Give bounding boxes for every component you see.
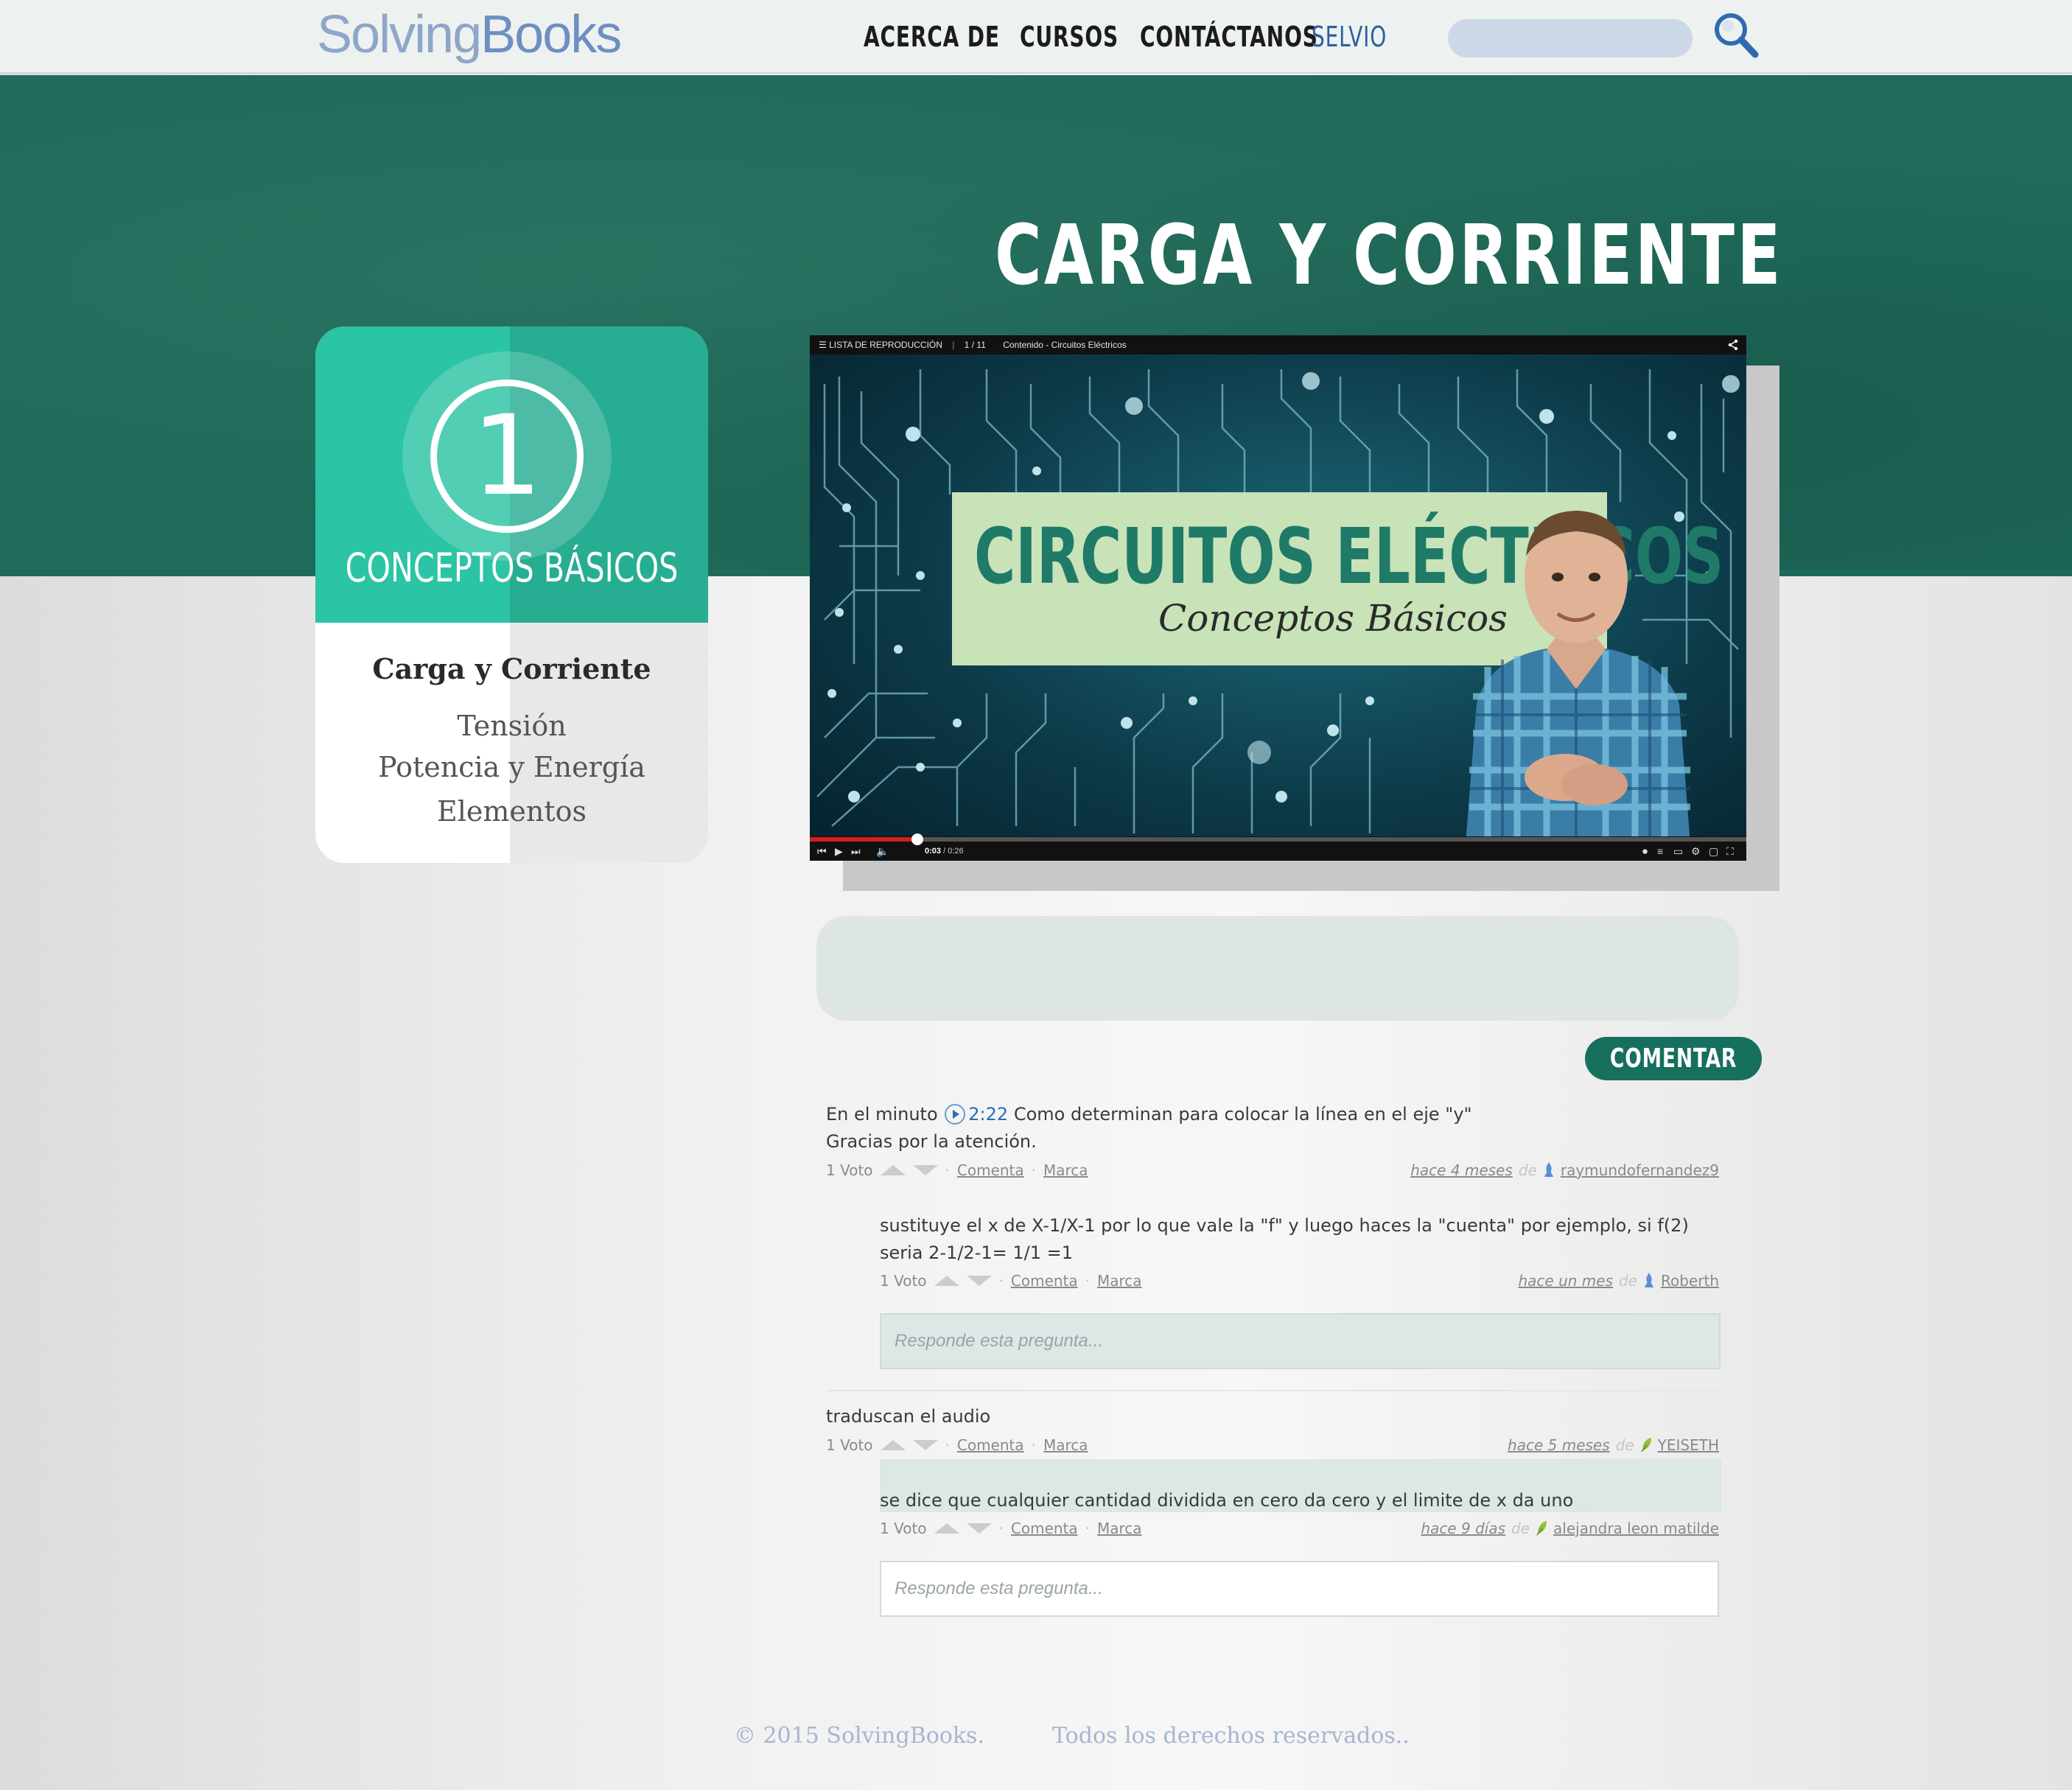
- user-badge-icon: [1645, 1273, 1654, 1287]
- lesson-item-tension[interactable]: Tensión: [315, 710, 708, 742]
- question-meta: 1 Voto · Comenta · Marca hace 4 meses de…: [826, 1161, 1719, 1179]
- user-link[interactable]: YEISETH: [1658, 1436, 1719, 1454]
- reply-input[interactable]: [880, 1561, 1719, 1617]
- video-progress-bar[interactable]: [810, 833, 1746, 845]
- video-progress-fill: [810, 837, 918, 842]
- logo[interactable]: SolvingBooks: [317, 4, 622, 65]
- vote-down-icon[interactable]: [966, 1523, 992, 1534]
- by-label: de: [1615, 1436, 1634, 1454]
- playlist-label: LISTA DE REPRODUCCIÓN: [829, 340, 942, 350]
- by-label: de: [1511, 1520, 1530, 1537]
- answer-text: sustituye el x de X-1/X-1 por lo que val…: [880, 1215, 1689, 1263]
- share-icon[interactable]: [1727, 339, 1739, 351]
- plate-title: CIRCUITOS ELÉCTRICOS: [974, 511, 1724, 601]
- answer-text: se dice que cualquier cantidad dividida …: [880, 1490, 1574, 1511]
- playlist-position: 1 / 11: [964, 340, 986, 350]
- by-label: de: [1619, 1272, 1638, 1290]
- top-navbar: SolvingBooks ACERCA DE CURSOS CONTÁCTANO…: [0, 0, 2072, 74]
- vote-down-icon[interactable]: [966, 1276, 992, 1286]
- vote-up-icon[interactable]: [880, 1440, 906, 1450]
- answer-meta: 1 Voto · Comenta · Marca hace un mes de …: [880, 1272, 1719, 1290]
- nav-user-name[interactable]: SELVIO: [1312, 21, 1387, 53]
- nav-item-contactanos[interactable]: CONTÁCTANOS: [1140, 21, 1318, 53]
- question-body-line2: Gracias por la atención.: [826, 1131, 1037, 1152]
- user-link[interactable]: Roberth: [1661, 1272, 1719, 1290]
- lesson-list: Carga y Corriente Tensión Potencia y Ene…: [315, 623, 708, 863]
- flag-link[interactable]: Marca: [1043, 1436, 1088, 1454]
- search-input[interactable]: [1448, 19, 1693, 57]
- vote-up-icon[interactable]: [934, 1523, 959, 1534]
- search-icon[interactable]: [1711, 10, 1761, 60]
- chapter-card: 1 CONCEPTOS BÁSICOS Carga y Corriente Te…: [315, 326, 708, 863]
- video-player[interactable]: ☰ LISTA DE REPRODUCCIÓN | 1 / 11 Conteni…: [810, 335, 1746, 861]
- comment-link[interactable]: Comenta: [957, 1436, 1024, 1454]
- vote-count: 1 Voto: [880, 1520, 927, 1537]
- watch-later-icon[interactable]: ▭: [1673, 844, 1683, 859]
- user-link[interactable]: alejandra leon matilde: [1553, 1520, 1719, 1537]
- thread-divider: [826, 1390, 1719, 1391]
- video-playlist-bar[interactable]: ☰ LISTA DE REPRODUCCIÓN | 1 / 11 Conteni…: [810, 335, 1746, 354]
- lesson-item-elementos[interactable]: Elementos: [315, 795, 708, 828]
- volume-icon[interactable]: 🔈: [876, 844, 889, 859]
- footer-rights: Todos los derechos reservados..: [1052, 1723, 1410, 1749]
- next-icon[interactable]: ⏭: [851, 844, 861, 859]
- chapter-title: CONCEPTOS BÁSICOS: [345, 545, 679, 591]
- nav-item-acerca[interactable]: ACERCA DE: [864, 21, 1000, 53]
- vote-up-icon[interactable]: [934, 1276, 959, 1286]
- comment-input[interactable]: [816, 916, 1739, 1021]
- previous-icon[interactable]: ⏮: [817, 844, 827, 859]
- user-link[interactable]: raymundofernandez9: [1561, 1161, 1719, 1179]
- captions-icon[interactable]: ⏺: [1642, 844, 1648, 859]
- lesson-item-potencia-y-energia[interactable]: Potencia y Energía: [315, 751, 708, 783]
- flag-link[interactable]: Marca: [1097, 1520, 1142, 1537]
- chapter-number: 1: [472, 392, 542, 520]
- post-time[interactable]: hace un mes: [1519, 1272, 1614, 1290]
- chapter-header: 1 CONCEPTOS BÁSICOS: [315, 326, 708, 623]
- post-time[interactable]: hace 4 meses: [1410, 1161, 1513, 1179]
- question-text: traduscan el audio: [826, 1406, 991, 1427]
- video-time: 0:03 / 0:26: [925, 847, 964, 856]
- flag-link[interactable]: Marca: [1043, 1161, 1088, 1179]
- comment-link[interactable]: Comenta: [1011, 1272, 1078, 1290]
- question-meta: 1 Voto · Comenta · Marca hace 5 meses de…: [826, 1436, 1719, 1454]
- comment-button[interactable]: COMENTAR: [1585, 1037, 1762, 1080]
- vote-count: 1 Voto: [880, 1272, 927, 1290]
- flag-link[interactable]: Marca: [1097, 1272, 1142, 1290]
- presenter-image: [1466, 511, 1690, 844]
- vote-down-icon[interactable]: [912, 1440, 938, 1450]
- vote-down-icon[interactable]: [912, 1165, 938, 1175]
- playlist-icon[interactable]: ☰: [819, 340, 827, 350]
- user-leaf-icon: [1641, 1438, 1651, 1452]
- play-timestamp-icon[interactable]: [945, 1104, 966, 1125]
- comment-link[interactable]: Comenta: [1011, 1520, 1078, 1537]
- user-badge-icon: [1544, 1162, 1553, 1177]
- answer-meta: 1 Voto · Comenta · Marca hace 9 días de …: [880, 1520, 1719, 1537]
- user-leaf-icon: [1536, 1521, 1547, 1536]
- fullscreen-icon[interactable]: ⛶: [1726, 844, 1734, 859]
- video-title: Contenido - Circuitos Eléctricos: [1003, 340, 1127, 350]
- footer-copyright: © 2015 SolvingBooks.: [734, 1723, 984, 1749]
- by-label: de: [1518, 1161, 1537, 1179]
- comment-button-label: COMENTAR: [1609, 1043, 1737, 1074]
- timestamp-link[interactable]: 2:22: [968, 1104, 1008, 1125]
- question-prefix: En el minuto: [826, 1104, 938, 1125]
- settings-icon[interactable]: ⚙: [1691, 844, 1701, 859]
- time-total: 0:26: [948, 847, 964, 856]
- theater-icon[interactable]: ▢: [1709, 844, 1718, 859]
- comment-link[interactable]: Comenta: [957, 1161, 1024, 1179]
- question-text: En el minuto 2:22 Como determinan para c…: [826, 1101, 1725, 1156]
- reply-input[interactable]: [880, 1313, 1721, 1369]
- question-body: Como determinan para colocar la línea en…: [1013, 1104, 1472, 1125]
- page-title: CARGA Y CORRIENTE: [995, 208, 1784, 304]
- vote-count: 1 Voto: [826, 1436, 873, 1454]
- lesson-item-carga-y-corriente[interactable]: Carga y Corriente: [315, 652, 708, 685]
- nav-item-cursos[interactable]: CURSOS: [1020, 21, 1119, 53]
- post-time[interactable]: hace 9 días: [1421, 1520, 1505, 1537]
- playlist-toggle-icon[interactable]: ≡: [1657, 844, 1663, 859]
- play-icon[interactable]: ▶: [835, 844, 843, 859]
- vote-count: 1 Voto: [826, 1161, 873, 1179]
- post-time[interactable]: hace 5 meses: [1508, 1436, 1610, 1454]
- vote-up-icon[interactable]: [880, 1165, 906, 1175]
- time-current: 0:03: [925, 847, 942, 856]
